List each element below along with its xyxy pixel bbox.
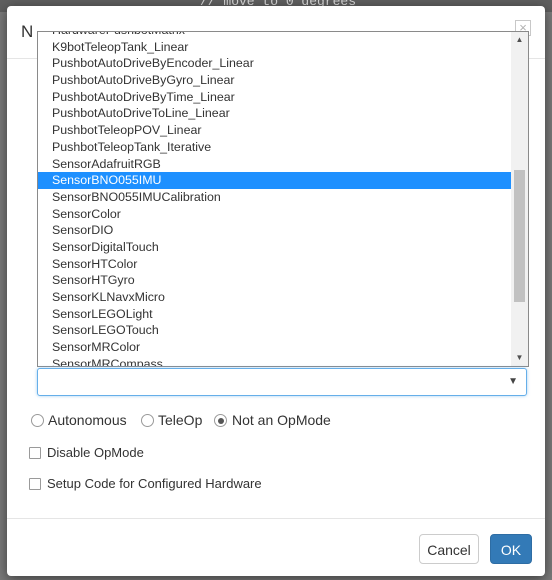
chevron-down-icon: ▼: [508, 376, 518, 387]
scroll-down-arrow-icon[interactable]: ▼: [511, 350, 528, 366]
setup-code-checkbox[interactable]: [29, 478, 41, 490]
radio-not-an-opmode-label[interactable]: Not an OpMode: [232, 412, 331, 428]
list-item[interactable]: SensorDigitalTouch: [38, 239, 511, 256]
disable-opmode-label[interactable]: Disable OpMode: [47, 445, 144, 460]
list-item[interactable]: PushbotAutoDriveByEncoder_Linear: [38, 55, 511, 72]
list-item[interactable]: HardwarePushbotMatrix: [38, 32, 511, 39]
sample-select[interactable]: ▼: [37, 368, 527, 396]
radio-autonomous[interactable]: [31, 414, 44, 427]
list-item[interactable]: SensorAdafruitRGB: [38, 156, 511, 173]
disable-opmode-checkbox[interactable]: [29, 447, 41, 459]
setup-code-label[interactable]: Setup Code for Configured Hardware: [47, 476, 262, 491]
radio-teleop[interactable]: [141, 414, 154, 427]
radio-not-an-opmode[interactable]: [214, 414, 227, 427]
list-item[interactable]: PushbotAutoDriveByTime_Linear: [38, 89, 511, 106]
list-item[interactable]: SensorKLNavxMicro: [38, 289, 511, 306]
list-item[interactable]: SensorBNO055IMUCalibration: [38, 189, 511, 206]
list-item[interactable]: SensorMRColor: [38, 339, 511, 356]
list-item[interactable]: SensorLEGOLight: [38, 306, 511, 323]
radio-teleop-label[interactable]: TeleOp: [158, 412, 202, 428]
list-item[interactable]: PushbotAutoDriveByGyro_Linear: [38, 72, 511, 89]
list-item[interactable]: PushbotTeleopPOV_Linear: [38, 122, 511, 139]
list-item[interactable]: SensorBNO055IMU: [38, 172, 511, 189]
list-item[interactable]: SensorDIO: [38, 222, 511, 239]
list-item[interactable]: SensorLEGOTouch: [38, 322, 511, 339]
list-item[interactable]: SensorColor: [38, 206, 511, 223]
radio-autonomous-label[interactable]: Autonomous: [48, 412, 127, 428]
scroll-thumb[interactable]: [514, 170, 525, 302]
sample-list[interactable]: HardwarePushbotMatrixK9botTeleopTank_Lin…: [37, 31, 529, 367]
list-item[interactable]: PushbotTeleopTank_Iterative: [38, 139, 511, 156]
list-item[interactable]: SensorHTColor: [38, 256, 511, 273]
list-scrollbar[interactable]: ▲ ▼: [511, 32, 528, 366]
list-item[interactable]: SensorMRCompass: [38, 356, 511, 366]
dialog-title: N: [21, 22, 34, 41]
scroll-up-arrow-icon[interactable]: ▲: [511, 32, 528, 48]
list-item[interactable]: PushbotAutoDriveToLine_Linear: [38, 105, 511, 122]
cancel-button[interactable]: Cancel: [419, 534, 479, 564]
ok-button[interactable]: OK: [490, 534, 532, 564]
dialog-footer: Cancel OK: [7, 518, 545, 577]
sample-list-items: HardwarePushbotMatrixK9botTeleopTank_Lin…: [38, 32, 511, 366]
list-item[interactable]: SensorHTGyro: [38, 272, 511, 289]
new-file-dialog: N × HardwarePushbotMatrixK9botTeleopTank…: [7, 6, 545, 576]
list-item[interactable]: K9botTeleopTank_Linear: [38, 39, 511, 56]
